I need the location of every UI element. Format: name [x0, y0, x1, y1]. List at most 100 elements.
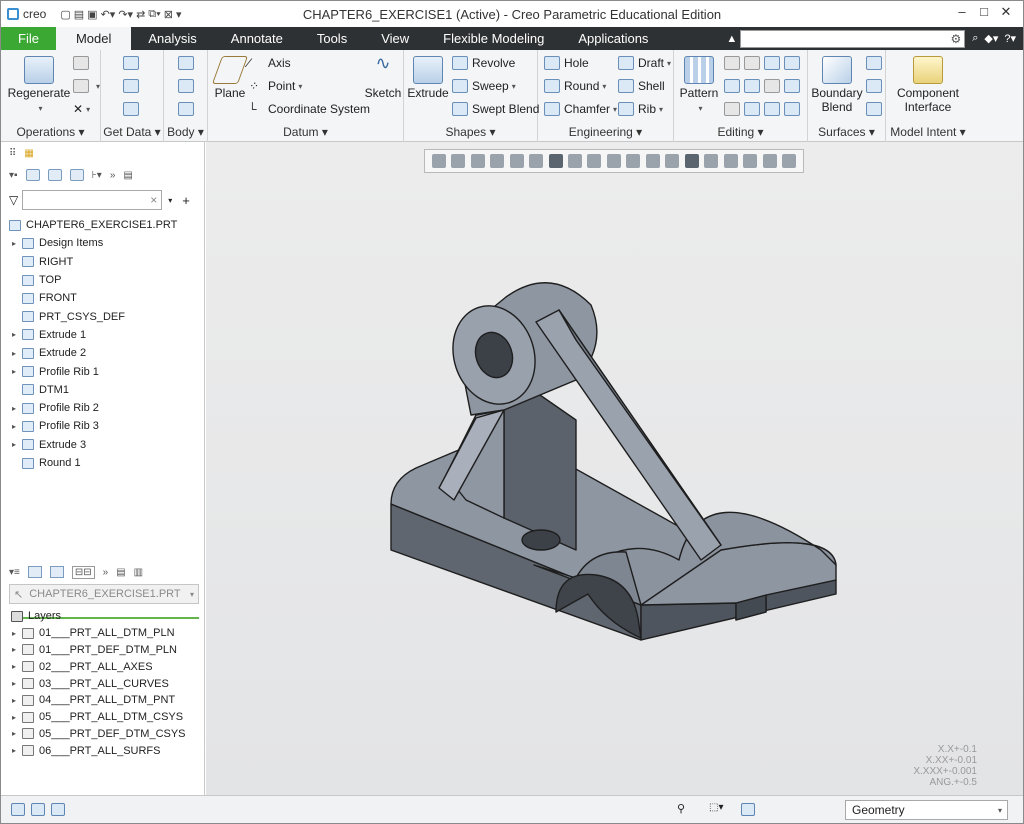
save-icon[interactable]: ▣: [87, 5, 97, 23]
layer-item[interactable]: ▸ 03___PRT_ALL_CURVES: [9, 675, 205, 692]
selection-box-icon[interactable]: ⬚▾: [709, 802, 723, 815]
expand-arrow-icon[interactable]: ▸: [9, 422, 19, 431]
mirror-icon[interactable]: [724, 56, 744, 70]
regenerate-button[interactable]: Regenerate ▾: [7, 56, 71, 116]
tree-expand-icon[interactable]: »: [110, 170, 116, 181]
offset-icon[interactable]: [724, 79, 744, 93]
minimize-button[interactable]: –: [951, 4, 973, 20]
browser-icon[interactable]: [31, 803, 45, 816]
coordinate-system-button[interactable]: └ Coordinate System: [248, 102, 370, 116]
body-group-label[interactable]: Body ▾: [164, 125, 207, 139]
expand-arrow-icon[interactable]: ▸: [9, 713, 19, 722]
chamfer-button[interactable]: Chamfer ▾: [544, 102, 617, 116]
zoom-in-icon[interactable]: [451, 154, 466, 168]
layer-item[interactable]: ▸ 04___PRT_ALL_DTM_PNT: [9, 692, 205, 709]
layer-model-select[interactable]: ↖ CHAPTER6_EXERCISE1.PRT ▾: [9, 584, 199, 604]
layer-settings-icon[interactable]: [27, 566, 42, 578]
saved-orientations-icon[interactable]: [509, 154, 524, 168]
tab-annotate[interactable]: Annotate: [214, 27, 300, 50]
expand-arrow-icon[interactable]: ▸: [9, 367, 19, 376]
undo-icon[interactable]: ↶▾: [101, 5, 116, 23]
remove-icon[interactable]: [764, 102, 784, 116]
view-manager-icon[interactable]: [548, 154, 563, 168]
point-button[interactable]: ⁘ Point ▾: [248, 79, 302, 93]
paste-icon[interactable]: ▾: [73, 79, 100, 93]
pattern-button[interactable]: Pattern ▾: [678, 56, 720, 116]
csys-display-icon[interactable]: [723, 154, 738, 168]
axis-display-icon[interactable]: [684, 154, 699, 168]
shapes-group-label[interactable]: Shapes ▾: [404, 125, 537, 139]
round-button[interactable]: Round ▾: [544, 79, 606, 93]
command-search-input[interactable]: ⚙: [740, 29, 966, 48]
expand-arrow-icon[interactable]: ▸: [9, 349, 19, 358]
tree-filter-icon[interactable]: ⊦▾: [92, 170, 102, 181]
boundary-blend-button[interactable]: Boundary Blend: [810, 56, 864, 114]
rib-button[interactable]: Rib ▾: [618, 102, 663, 116]
display-style-icon[interactable]: [529, 154, 544, 168]
tree-root[interactable]: CHAPTER6_EXERCISE1.PRT: [9, 216, 199, 234]
close-button[interactable]: ✕: [995, 4, 1017, 20]
model-tree-tab-icon[interactable]: ⠿: [9, 148, 16, 159]
learning-icon[interactable]: ◆▾: [984, 32, 998, 45]
redo-icon[interactable]: ↷▾: [118, 5, 133, 23]
full-screen-icon[interactable]: [51, 803, 65, 816]
layer-item[interactable]: ▸ 05___PRT_ALL_DTM_CSYS: [9, 709, 205, 726]
quick-access-more-icon[interactable]: ▾: [176, 5, 182, 23]
search-options-icon[interactable]: ▾: [168, 196, 172, 205]
window-switch-icon[interactable]: ⧉▾: [148, 5, 160, 23]
surfaces-group-label[interactable]: Surfaces ▾: [808, 125, 885, 139]
layer-expand-icon[interactable]: »: [103, 567, 109, 578]
tree-item[interactable]: Round 1: [9, 454, 199, 472]
expand-arrow-icon[interactable]: ▸: [9, 239, 19, 248]
add-filter-icon[interactable]: +: [182, 193, 190, 208]
draft-button[interactable]: Draft ▾: [618, 56, 671, 70]
trim-icon[interactable]: [784, 56, 804, 70]
expand-arrow-icon[interactable]: ▸: [9, 645, 19, 654]
point-display-icon[interactable]: [704, 154, 719, 168]
repaint-icon[interactable]: [490, 154, 505, 168]
copy-geometry-icon[interactable]: [123, 79, 143, 93]
part-model[interactable]: [376, 260, 846, 700]
new-file-icon[interactable]: ▢: [60, 5, 70, 23]
swept-blend-button[interactable]: Swept Blend: [452, 102, 539, 116]
merge-icon[interactable]: [764, 56, 784, 70]
tree-notes-icon[interactable]: ▤: [123, 170, 132, 181]
body-operations-icon[interactable]: [178, 102, 198, 116]
base-hole[interactable]: [521, 529, 561, 551]
shrinkwrap-icon[interactable]: [123, 102, 143, 116]
editing-group-label[interactable]: Editing ▾: [674, 125, 807, 139]
tree-settings-icon[interactable]: [25, 169, 40, 181]
tree-item[interactable]: TOP: [9, 271, 199, 289]
expand-arrow-icon[interactable]: ▸: [9, 662, 19, 671]
tree-item[interactable]: ▸ Extrude 2: [9, 344, 199, 362]
model-tree-menu-icon[interactable]: ▾▪: [9, 170, 18, 181]
expand-arrow-icon[interactable]: ▸: [9, 679, 19, 688]
tab-model[interactable]: Model: [55, 27, 132, 50]
toggle-navigator-icon[interactable]: [11, 803, 25, 816]
layer-item[interactable]: ▸ 05___PRT_DEF_DTM_CSYS: [9, 726, 205, 743]
tree-item[interactable]: ▸ Extrude 1: [9, 326, 199, 344]
tab-view[interactable]: View: [364, 27, 426, 50]
plane-button[interactable]: Plane: [211, 56, 249, 100]
tree-search-input[interactable]: ×: [22, 190, 163, 210]
layer-item[interactable]: ▸ 06___PRT_ALL_SURFS: [9, 742, 205, 759]
thicken-icon[interactable]: [764, 79, 784, 93]
expand-arrow-icon[interactable]: ▸: [9, 729, 19, 738]
tab-tools[interactable]: Tools: [300, 27, 364, 50]
close-window-icon[interactable]: ⊠: [164, 5, 173, 23]
tree-item[interactable]: DTM1: [9, 381, 199, 399]
intersect-icon[interactable]: [744, 79, 764, 93]
pause-icon[interactable]: [762, 154, 777, 168]
plane-display-icon[interactable]: [665, 154, 680, 168]
selected-items-icon[interactable]: [741, 803, 755, 816]
expand-arrow-icon[interactable]: ▸: [9, 440, 19, 449]
extrude-button[interactable]: Extrude: [406, 56, 450, 100]
tab-flexible-modeling[interactable]: Flexible Modeling: [426, 27, 561, 50]
perspective-icon[interactable]: [568, 154, 583, 168]
component-interface-button[interactable]: Component Interface: [890, 56, 966, 114]
shell-button[interactable]: Shell: [618, 79, 665, 93]
expand-arrow-icon[interactable]: ▸: [9, 404, 19, 413]
tab-analysis[interactable]: Analysis: [131, 27, 213, 50]
expand-arrow-icon[interactable]: ▸: [9, 629, 19, 638]
freestyle-icon[interactable]: [866, 102, 886, 116]
